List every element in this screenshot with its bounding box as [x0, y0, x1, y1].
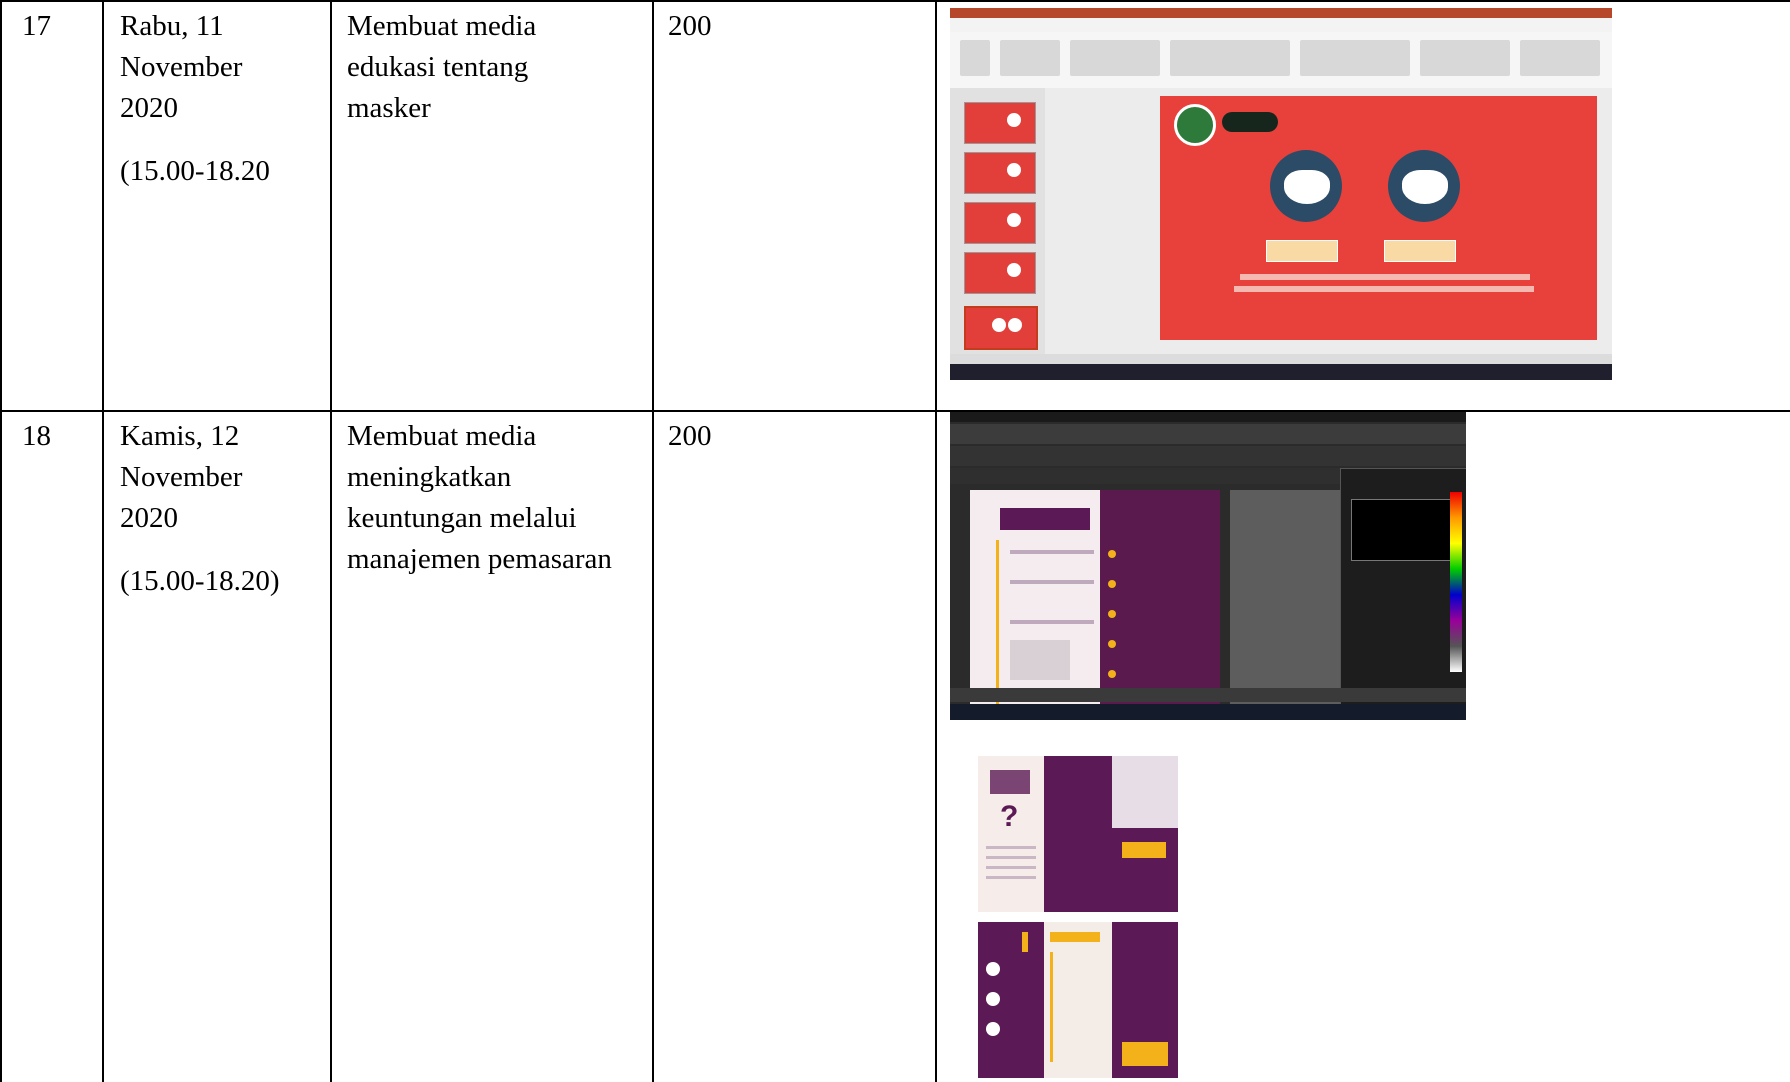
amount-cell: 200: [668, 10, 712, 42]
property-bar: [950, 446, 1466, 466]
mask-icon: [1388, 150, 1460, 222]
bullet-icon: [1108, 580, 1116, 588]
activity-line: meningkatkan: [347, 461, 512, 493]
toolbar: [950, 424, 1466, 444]
taskbar: [950, 364, 1612, 380]
workspace-area: [1230, 490, 1340, 720]
heading-block: [990, 770, 1030, 794]
time-range: (15.00-18.20: [120, 155, 270, 187]
row-divider: [0, 410, 1790, 412]
activity-line: edukasi tentang: [347, 51, 529, 83]
text-line: [1010, 580, 1094, 584]
brochure-panel: [978, 922, 1044, 1078]
color-palette: [1450, 492, 1462, 672]
caption-line: [1240, 274, 1530, 280]
timeline-line: [996, 540, 999, 710]
column-divider: [935, 0, 937, 1082]
status-bar: [950, 688, 1466, 702]
column-divider: [102, 0, 104, 1082]
powerpoint-screenshot-icon: [950, 8, 1612, 380]
text-line: [986, 866, 1036, 869]
brochure-panel: ?: [978, 756, 1044, 912]
status-bar: [950, 354, 1612, 364]
column-divider: [652, 0, 654, 1082]
slide-thumbnail: [964, 152, 1036, 194]
mask-icon: [1270, 150, 1342, 222]
text-line: [986, 846, 1036, 849]
circle-icon: [986, 992, 1000, 1006]
activity-line: masker: [347, 92, 431, 124]
image-placeholder: [1122, 1042, 1168, 1066]
document-panel-purple: [1100, 490, 1220, 720]
activity-line: Membuat media: [347, 10, 537, 42]
date-line: 2020: [120, 92, 178, 124]
percentage-badge: [1384, 240, 1456, 262]
question-mark-icon: ?: [1000, 800, 1019, 833]
activity-line: keuntungan melalui: [347, 502, 577, 534]
activity-line: manajemen pemasaran: [347, 543, 612, 575]
highlight-block: [1050, 932, 1100, 942]
logo-icon: [1222, 112, 1278, 132]
activity-cell: Membuat media edukasi tentang masker: [347, 6, 536, 129]
bullet-icon: [1108, 550, 1116, 558]
date-line: 2020: [120, 502, 178, 534]
row-number: 18: [22, 420, 51, 452]
date-cell: Kamis, 12 November 2020 (15.00-18.20): [120, 416, 279, 602]
brochure-panel: [1112, 922, 1178, 1078]
logo-icon: [1174, 104, 1216, 146]
circle-icon: [986, 1022, 1000, 1036]
caption-line: [1234, 286, 1534, 292]
coreldraw-screenshot-icon: [950, 412, 1466, 720]
brochure-panel: [1044, 756, 1112, 912]
slide-thumbnail: [964, 306, 1038, 350]
activity-cell: Membuat media meningkatkan keuntungan me…: [347, 416, 612, 580]
docker-panel: [1340, 468, 1466, 720]
image-placeholder: [1010, 640, 1070, 680]
circle-icon: [986, 962, 1000, 976]
timeline-line: [1050, 952, 1053, 1062]
row-number: 17: [22, 10, 51, 42]
text-line: [986, 856, 1036, 859]
date-line: Kamis, 12: [120, 420, 240, 452]
date-cell: Rabu, 11 November 2020 (15.00-18.20: [120, 6, 270, 192]
exclamation-icon: [1022, 932, 1028, 952]
percentage-badge: [1266, 240, 1338, 262]
text-line: [986, 876, 1036, 879]
bullet-icon: [1108, 640, 1116, 648]
time-range: (15.00-18.20): [120, 565, 280, 597]
row-divider: [0, 0, 1790, 2]
column-divider: [0, 0, 2, 1082]
slide-thumbnails: [950, 88, 1045, 354]
title-bar: [950, 8, 1612, 18]
date-line: November: [120, 51, 243, 83]
text-line: [1010, 620, 1094, 624]
preview-box: [1351, 499, 1453, 561]
date-line: Rabu, 11: [120, 10, 224, 42]
text-line: [1010, 550, 1094, 554]
brochure-panel: [1044, 922, 1112, 1078]
slide-thumbnail: [964, 102, 1036, 144]
taskbar: [950, 704, 1466, 720]
bullet-icon: [1108, 610, 1116, 618]
column-divider: [330, 0, 332, 1082]
date-line: November: [120, 461, 243, 493]
highlight-block: [1122, 842, 1166, 858]
ribbon-tabs: [950, 18, 1612, 33]
slide-thumbnail: [964, 202, 1036, 244]
ribbon-tools: [950, 32, 1612, 88]
title-bar: [950, 412, 1466, 422]
bullet-icon: [1108, 670, 1116, 678]
brochure-image-icon: ?: [978, 756, 1178, 1078]
slide-thumbnail: [964, 252, 1036, 294]
activity-line: Membuat media: [347, 420, 537, 452]
brochure-panel: [1112, 828, 1178, 912]
slide-canvas: [1160, 96, 1597, 340]
heading-block: [1000, 508, 1090, 530]
amount-cell: 200: [668, 420, 712, 452]
